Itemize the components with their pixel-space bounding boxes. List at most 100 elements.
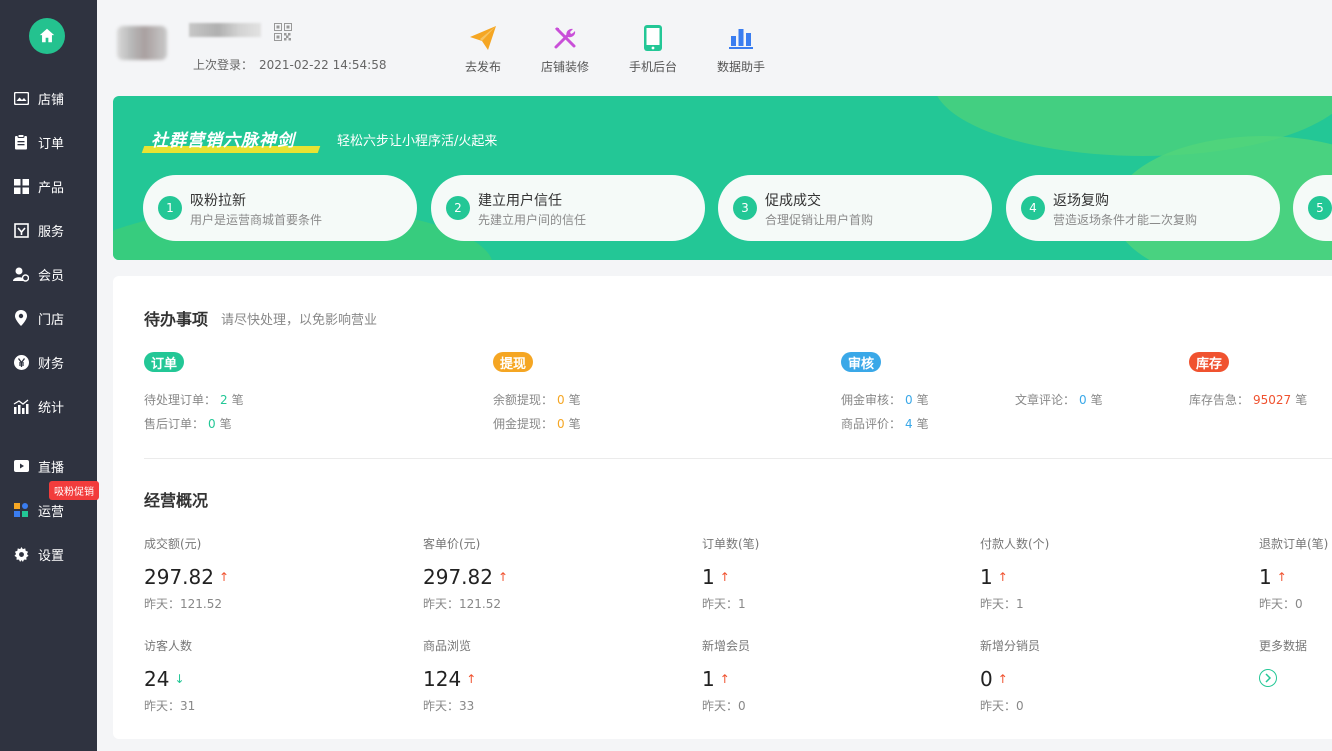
sidebar-item-label: 会员 [38,268,65,284]
shortcut-store-decor[interactable]: 店铺装修 [525,24,605,75]
step-desc: 营造返场条件才能二次复购 [1053,213,1198,227]
metric-number: 1 [702,667,715,691]
step-desc: 先建立用户间的信任 [478,213,587,227]
sidebar-item-label: 门店 [38,312,65,328]
paper-plane-icon [469,24,497,52]
avatar[interactable] [117,26,167,60]
todo-pending-orders[interactable]: 待处理订单： 2 笔 [144,391,244,408]
step-card-1[interactable]: 1 吸粉拉新 用户是运营商城首要条件 [143,175,417,241]
trend-up-icon: ↑ [997,672,1008,686]
todo-article-comments[interactable]: 文章评论： 0 笔 [1015,391,1103,408]
step-number: 4 [1021,196,1045,220]
trend-down-icon: ↓ [174,672,185,686]
todo-commission-review[interactable]: 佣金审核： 0 笔 [841,391,929,408]
sidebar-item-members[interactable]: 会员 [0,259,97,289]
video-icon [13,458,29,474]
sidebar-item-finance[interactable]: 财务 [0,347,97,377]
metric-number: 1 [980,565,993,589]
chevron-right-circle-icon[interactable] [1259,669,1277,687]
trend-up-icon: ↑ [997,570,1008,584]
prev-value: 31 [180,699,196,713]
sidebar-item-live[interactable]: 直播 [0,451,97,481]
sidebar-item-stores[interactable]: 门店 [0,303,97,333]
more-data-label[interactable]: 更多数据 [1259,637,1307,654]
shortcut-data-assistant[interactable]: 数据助手 [701,24,781,75]
metric-label: 商品浏览 [423,639,472,653]
marketing-banner[interactable]: 社群营销六脉神剑 轻松六步让小程序活/火起来 1 吸粉拉新 用户是运营商城首要条… [113,96,1332,260]
todo-aftersale-orders[interactable]: 售后订单： 0 笔 [144,415,232,432]
todo-label: 佣金审核： [841,393,902,407]
sidebar-item-products[interactable]: 产品 [0,171,97,201]
sidebar-item-services[interactable]: 服务 [0,215,97,245]
prev-value: 121.52 [180,597,223,611]
todo-label: 库存告急： [1189,393,1250,407]
step-card-2[interactable]: 2 建立用户信任 先建立用户间的信任 [431,175,705,241]
step-card-4[interactable]: 4 返场复购 营造返场条件才能二次复购 [1006,175,1280,241]
shortcut-label: 数据助手 [716,60,765,74]
step-card-3[interactable]: 3 促成成交 合理促销让用户首购 [718,175,992,241]
step-number: 5 [1308,196,1332,220]
todo-value: 0 [557,393,565,407]
todo-unit: 笔 [568,393,581,407]
clipboard-icon [13,134,29,150]
metric-value: 0 ↑ [980,667,1008,691]
trend-up-icon: ↑ [466,672,477,686]
prev-label: 昨天： [980,597,1017,611]
metric-value: 1 ↑ [1259,565,1287,589]
metric-number: 1 [1259,565,1272,589]
todo-unit: 笔 [231,393,244,407]
divider [144,458,1332,459]
step-title: 促成成交 [765,193,821,209]
metric-number: 0 [980,667,993,691]
prev-value: 0 [1295,597,1303,611]
step-title: 返场复购 [1053,193,1109,209]
metric-label: 订单数(笔) [702,537,760,551]
qr-code-icon[interactable] [274,23,292,41]
member-icon [13,266,29,282]
trend-up-icon: ↑ [719,672,730,686]
dashboard-panel: 待办事项 请尽快处理，以免影响营业 订单 待处理订单： 2 笔 售后订单： 0 笔 提现… [113,276,1332,739]
sidebar-item-label: 订单 [38,136,65,152]
grid-icon [13,178,29,194]
metric-label: 成交额(元) [144,537,202,551]
todo-balance-withdraw[interactable]: 余额提现： 0 笔 [493,391,581,408]
prev-label: 昨天： [980,699,1017,713]
todo-unit: 笔 [916,417,929,431]
prev-value: 0 [738,699,746,713]
username-blurred [189,23,261,37]
shortcut-mobile-admin[interactable]: 手机后台 [613,24,693,75]
home-button[interactable] [29,18,65,54]
store-icon [13,90,29,106]
sidebar-item-label: 财务 [38,356,65,372]
todo-value: 4 [905,417,913,431]
prev-label: 昨天： [423,597,460,611]
metric-value: 1 ↑ [702,565,730,589]
step-desc: 合理促销让用户首购 [765,213,874,227]
todo-stock-alert[interactable]: 库存告急： 95027 笔 [1189,391,1307,408]
trend-up-icon: ↑ [218,570,230,584]
sidebar-item-operations[interactable]: 运营 [0,495,97,525]
sidebar-item-store[interactable]: 店铺 [0,83,97,113]
tag-order: 订单 [144,352,185,372]
prev-label: 昨天： [702,699,739,713]
sidebar-item-stats[interactable]: 统计 [0,391,97,421]
sidebar-item-orders[interactable]: 订单 [0,127,97,157]
metric-prev: 昨天：0 [980,697,1024,714]
operations-icon [13,502,29,518]
metric-label: 新增会员 [702,639,751,653]
shortcut-publish[interactable]: 去发布 [443,24,523,75]
todo-label: 余额提现： [493,393,554,407]
prev-label: 昨天： [1259,597,1296,611]
sidebar-item-settings[interactable]: 设置 [0,539,97,569]
todo-value: 0 [557,417,565,431]
step-number: 3 [733,196,757,220]
metric-prev: 昨天：1 [702,595,746,612]
prev-label: 昨天： [144,699,181,713]
sidebar-item-label: 服务 [38,224,65,240]
shortcut-label: 手机后台 [628,60,677,74]
todo-product-reviews[interactable]: 商品评价： 4 笔 [841,415,929,432]
metric-value: 124 ↑ [423,667,476,691]
last-login: 上次登录： 2021-02-22 14:54:58 [193,56,386,73]
todo-commission-withdraw[interactable]: 佣金提现： 0 笔 [493,415,581,432]
metric-prev: 昨天：121.52 [423,595,501,612]
